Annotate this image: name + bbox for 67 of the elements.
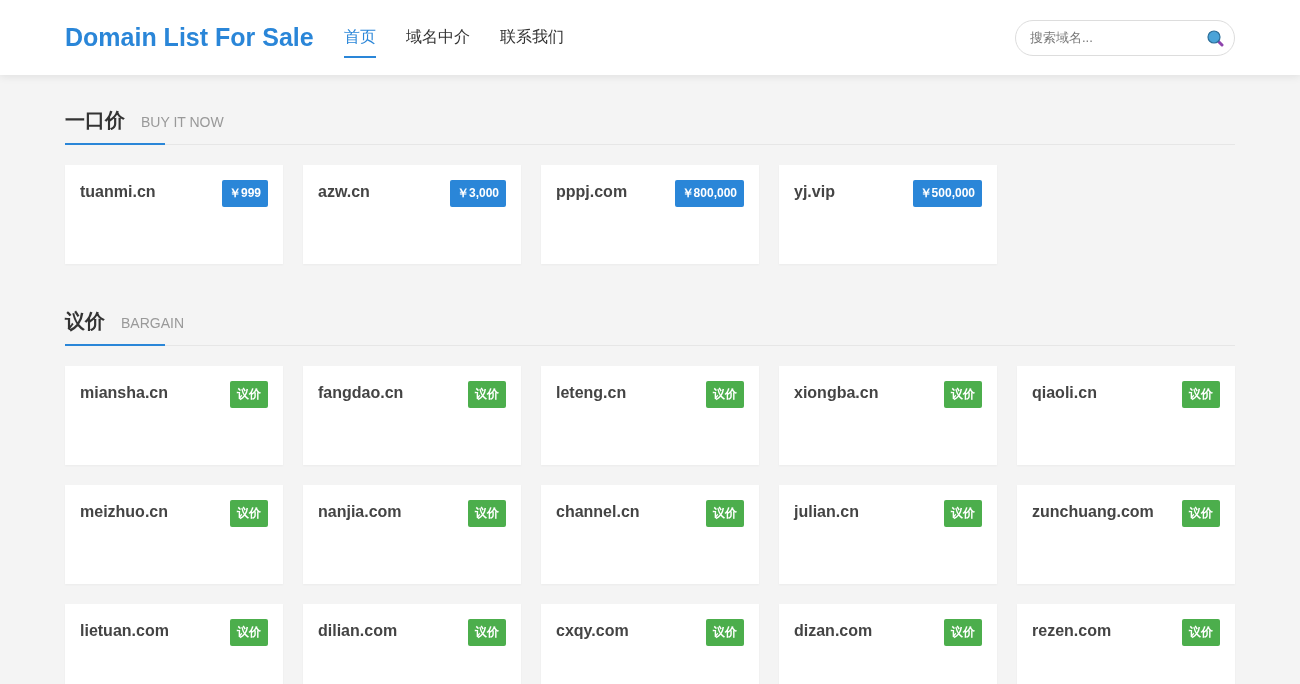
section-subtitle: BARGAIN: [121, 315, 184, 331]
domain-card[interactable]: pppj.com ￥800,000: [541, 165, 759, 264]
domain-card[interactable]: nanjia.com 议价: [303, 485, 521, 584]
domain-card[interactable]: rezen.com 议价: [1017, 604, 1235, 684]
section-title: 一口价: [65, 108, 125, 133]
domain-name: lietuan.com: [80, 621, 169, 640]
bargain-tag: 议价: [706, 619, 744, 646]
price-tag: ￥3,000: [449, 180, 506, 207]
domain-card[interactable]: tuanmi.cn ￥999: [65, 165, 283, 264]
domain-card[interactable]: fangdao.cn 议价: [303, 366, 521, 465]
nav-tab[interactable]: 首页: [343, 17, 376, 58]
domain-name: fangdao.cn: [318, 383, 404, 402]
bargain-tag: 议价: [944, 381, 982, 408]
domain-card[interactable]: dilian.com 议价: [303, 604, 521, 684]
domain-name: miansha.cn: [80, 383, 169, 402]
bargain-tag: 议价: [706, 381, 744, 408]
domain-name: yj.vip: [794, 182, 835, 201]
section-subtitle: BUY IT NOW: [141, 114, 224, 130]
domain-name: meizhuo.cn: [80, 502, 168, 521]
domain-name: channel.cn: [556, 502, 640, 521]
price-tag: ￥500,000: [912, 180, 982, 207]
domain-name: pppj.com: [556, 182, 628, 201]
domain-card[interactable]: leteng.cn 议价: [541, 366, 759, 465]
domain-card[interactable]: xiongba.cn 议价: [779, 366, 997, 465]
section-title: 议价: [65, 309, 105, 334]
bargain-tag: 议价: [1182, 500, 1220, 527]
domain-card[interactable]: azw.cn ￥3,000: [303, 165, 521, 264]
bargain-tag: 议价: [1182, 619, 1220, 646]
bargain-tag: 议价: [230, 619, 268, 646]
domain-card[interactable]: yj.vip ￥500,000: [779, 165, 997, 264]
domain-name: rezen.com: [1032, 621, 1112, 640]
domain-name: xiongba.cn: [794, 383, 879, 402]
nav-tab[interactable]: 域名中介: [405, 17, 470, 58]
domain-card[interactable]: meizhuo.cn 议价: [65, 485, 283, 584]
price-tag: ￥999: [221, 180, 268, 207]
domain-card[interactable]: zunchuang.com 议价: [1017, 485, 1235, 584]
bargain-tag: 议价: [230, 500, 268, 527]
domain-card[interactable]: dizan.com 议价: [779, 604, 997, 684]
search-field[interactable]: 搜索域名...: [1015, 19, 1235, 56]
domain-card[interactable]: lietuan.com 议价: [65, 604, 283, 684]
site-logo[interactable]: Domain List For Sale: [65, 23, 314, 52]
bargain-tag: 议价: [944, 619, 982, 646]
domain-name: azw.cn: [318, 182, 370, 201]
bargain-tag: 议价: [468, 500, 506, 527]
domain-name: cxqy.com: [556, 621, 629, 640]
bargain-tag: 议价: [706, 500, 744, 527]
domain-card[interactable]: channel.cn 议价: [541, 485, 759, 584]
price-tag: ￥800,000: [674, 180, 744, 207]
domain-card[interactable]: miansha.cn 议价: [65, 366, 283, 465]
nav-tab[interactable]: 联系我们: [499, 17, 564, 58]
bargain-tag: 议价: [944, 500, 982, 527]
bargain-tag: 议价: [1182, 381, 1220, 408]
domain-name: leteng.cn: [556, 383, 627, 402]
domain-name: nanjia.com: [318, 502, 402, 521]
bargain-tag: 议价: [468, 619, 506, 646]
search-icon[interactable]: [1206, 28, 1224, 47]
domain-name: tuanmi.cn: [80, 182, 156, 201]
domain-name: qiaoli.cn: [1032, 383, 1097, 402]
domain-name: julian.cn: [794, 502, 859, 521]
domain-name: dilian.com: [318, 621, 398, 640]
domain-card[interactable]: julian.cn 议价: [779, 485, 997, 584]
domain-card[interactable]: cxqy.com 议价: [541, 604, 759, 684]
domain-card[interactable]: qiaoli.cn 议价: [1017, 366, 1235, 465]
domain-name: dizan.com: [794, 621, 873, 640]
domain-name: zunchuang.com: [1032, 502, 1154, 521]
bargain-tag: 议价: [468, 381, 506, 408]
bargain-tag: 议价: [230, 381, 268, 408]
